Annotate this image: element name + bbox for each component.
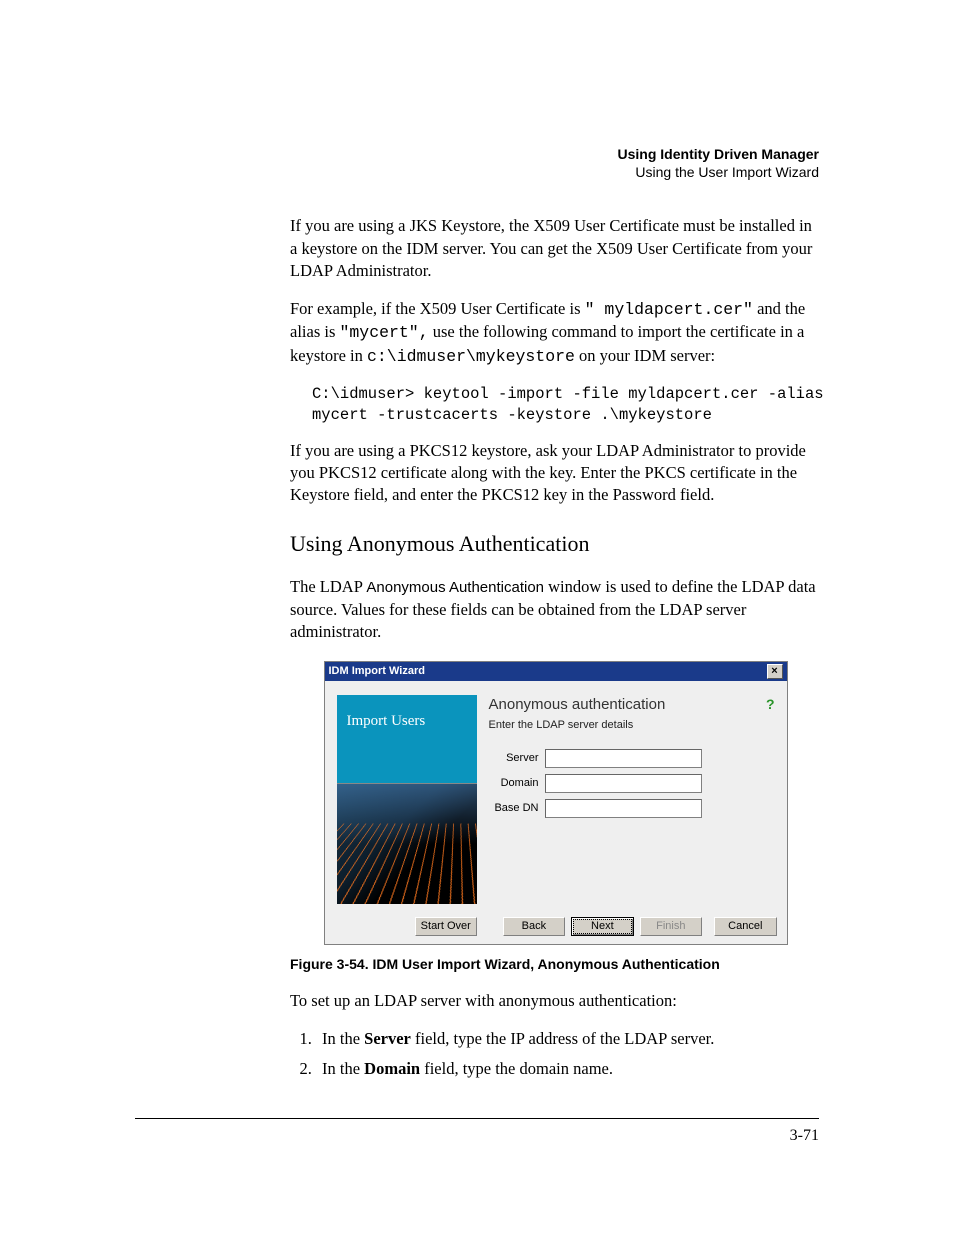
paragraph-example: For example, if the X509 User Certificat… bbox=[290, 298, 819, 368]
footer-rule bbox=[135, 1118, 819, 1119]
server-input[interactable] bbox=[545, 749, 702, 768]
paragraph-pkcs12: If you are using a PKCS12 keystore, ask … bbox=[290, 440, 819, 507]
wizard-panel-subtitle: Enter the LDAP server details bbox=[489, 718, 775, 733]
basedn-label: Base DN bbox=[489, 801, 539, 816]
next-button[interactable]: Next bbox=[571, 917, 633, 936]
p2-d: on your IDM server: bbox=[579, 346, 715, 365]
close-icon[interactable]: × bbox=[767, 664, 783, 679]
help-icon[interactable]: ? bbox=[766, 695, 775, 714]
figure-caption: Figure 3-54. IDM User Import Wizard, Ano… bbox=[290, 955, 819, 974]
figure-wizard: IDM Import Wizard × Import Users ? Anony… bbox=[324, 661, 786, 945]
step-1: In the Server field, type the IP address… bbox=[316, 1028, 819, 1050]
p2-code2: "mycert", bbox=[340, 323, 429, 342]
p4-a: The LDAP bbox=[290, 577, 366, 596]
basedn-input[interactable] bbox=[545, 799, 702, 818]
cancel-button[interactable]: Cancel bbox=[714, 917, 776, 936]
wizard-sidebar-image bbox=[337, 783, 477, 904]
wizard-window-title: IDM Import Wizard bbox=[329, 664, 425, 679]
startover-button[interactable]: Start Over bbox=[415, 917, 477, 936]
paragraph-jks: If you are using a JKS Keystore, the X50… bbox=[290, 215, 819, 282]
page-header: Using Identity Driven Manager Using the … bbox=[290, 145, 819, 181]
wizard-content: ? Anonymous authentication Enter the LDA… bbox=[489, 695, 775, 904]
paragraph-anon-auth: The LDAP Anonymous Authentication window… bbox=[290, 576, 819, 643]
p2-a: For example, if the X509 User Certificat… bbox=[290, 299, 581, 318]
subheading-anonymous-auth: Using Anonymous Authentication bbox=[290, 529, 819, 559]
p4-sans: Anonymous Authentication bbox=[366, 579, 544, 596]
domain-input[interactable] bbox=[545, 774, 702, 793]
step2-field: Domain bbox=[364, 1059, 420, 1078]
p2-code3: c:\idmuser\mykeystore bbox=[367, 347, 575, 366]
setup-intro: To set up an LDAP server with anonymous … bbox=[290, 990, 819, 1012]
wizard-sidebar-title: Import Users bbox=[337, 695, 477, 783]
wizard-window: IDM Import Wizard × Import Users ? Anony… bbox=[324, 661, 788, 945]
p2-code1: " myldapcert.cer" bbox=[585, 300, 753, 319]
header-title: Using Identity Driven Manager bbox=[290, 145, 819, 163]
page-number: 3-71 bbox=[790, 1125, 819, 1147]
wizard-sidebar: Import Users bbox=[337, 695, 477, 904]
server-label: Server bbox=[489, 751, 539, 766]
wizard-button-row: Start Over Back Next Finish Cancel bbox=[325, 912, 787, 944]
wizard-panel-title: Anonymous authentication bbox=[489, 695, 775, 715]
command-block: C:\idmuser> keytool -import -file myldap… bbox=[312, 384, 819, 426]
back-button[interactable]: Back bbox=[503, 917, 565, 936]
step1-field: Server bbox=[364, 1029, 411, 1048]
wizard-titlebar: IDM Import Wizard × bbox=[325, 662, 787, 681]
header-subtitle: Using the User Import Wizard bbox=[290, 163, 819, 181]
setup-steps: In the Server field, type the IP address… bbox=[292, 1028, 819, 1081]
finish-button: Finish bbox=[640, 917, 702, 936]
domain-label: Domain bbox=[489, 776, 539, 791]
step-2: In the Domain field, type the domain nam… bbox=[316, 1058, 819, 1080]
